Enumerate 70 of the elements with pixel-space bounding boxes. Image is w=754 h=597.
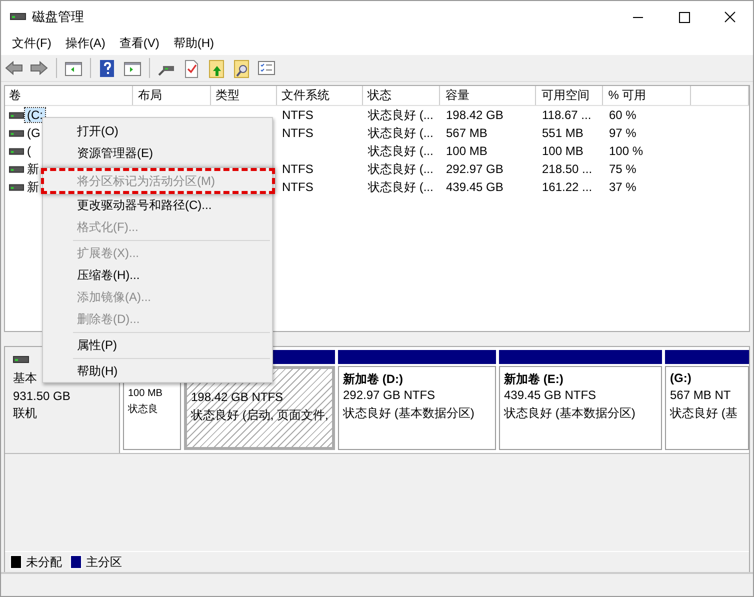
menu-item[interactable]: 打开(O) <box>43 120 272 142</box>
disk-type: 基本 <box>13 370 37 387</box>
window-title: 磁盘管理 <box>32 8 84 26</box>
partition-name: 新加卷 (E:) <box>504 371 564 385</box>
partition-size: 567 MB NT <box>670 388 732 402</box>
partition[interactable]: 新加卷 (D:) 292.97 GB NTFS 状态良好 (基本数据分区) <box>338 366 496 450</box>
table-cell: NTFS <box>282 180 314 194</box>
table-cell: 161.22 ... <box>542 180 592 194</box>
partition-status: 状态良好 (启动, 页面文件, <box>191 407 328 424</box>
disk-size: 931.50 GB <box>13 389 70 403</box>
legend-label: 未分配 <box>26 554 62 570</box>
folder-search-icon[interactable] <box>231 58 252 78</box>
menu-item[interactable]: 更改驱动器号和路径(C)... <box>43 194 272 216</box>
table-cell: 439.45 GB <box>446 180 504 194</box>
volume-name[interactable]: 新 <box>25 160 41 178</box>
menu-item[interactable]: 资源管理器(E) <box>43 142 272 164</box>
menu-item[interactable]: 操作(A) <box>58 35 112 52</box>
volume-name[interactable]: 新 <box>25 178 41 196</box>
partition-status: 状态良好 (基 <box>670 405 738 422</box>
column-header[interactable]: 状态 <box>362 86 440 105</box>
table-cell: 118.67 ... <box>542 108 592 122</box>
partition-name: 新加卷 (D:) <box>343 371 404 385</box>
column-header[interactable]: 容量 <box>440 86 536 105</box>
column-header[interactable]: 卷 <box>5 86 133 105</box>
partition-status: 状态良好 (基本数据分区) <box>343 405 476 422</box>
partition-size: 100 MB <box>128 388 164 399</box>
menu-item[interactable]: 属性(P) <box>43 334 272 356</box>
table-cell: 状态良好 (... <box>368 160 434 178</box>
partition-status: 状态良 <box>128 402 159 416</box>
partition[interactable]: 新加卷 (E:) 439.45 GB NTFS 状态良好 (基本数据分区) <box>499 366 662 450</box>
menu-item[interactable]: 文件(F) <box>5 35 58 52</box>
table-cell: 37 % <box>609 180 636 194</box>
volume-name[interactable]: ( <box>25 144 33 158</box>
table-cell: 100 % <box>609 144 644 158</box>
table-cell: 状态良好 (... <box>368 142 434 160</box>
table-cell: 292.97 GB <box>446 162 504 176</box>
column-header[interactable]: 文件系统 <box>276 86 363 105</box>
volume-name[interactable]: (C: <box>25 108 45 122</box>
legend-label: 主分区 <box>86 554 122 570</box>
table-cell: 100 MB <box>446 144 488 158</box>
column-header[interactable]: 类型 <box>210 86 277 105</box>
partition-status: 状态良好 (基本数据分区) <box>504 405 636 422</box>
table-cell: 75 % <box>609 162 636 176</box>
partition-size: 439.45 GB NTFS <box>504 388 598 402</box>
table-cell: 状态良好 (... <box>368 106 434 124</box>
partition[interactable]: (G:) 567 MB NT 状态良好 (基 <box>665 366 749 450</box>
table-cell: 60 % <box>609 108 636 122</box>
table-cell: 567 MB <box>446 126 488 140</box>
column-header[interactable]: % 可用 <box>603 86 692 105</box>
table-cell: 218.50 ... <box>542 162 592 176</box>
table-cell: NTFS <box>282 108 314 122</box>
partition-size: 292.97 GB NTFS <box>343 388 436 402</box>
table-cell: 97 % <box>609 126 636 140</box>
table-cell: 551 MB <box>542 126 584 140</box>
table-cell: NTFS <box>282 162 314 176</box>
folder-up-icon[interactable] <box>206 58 227 78</box>
partition-size: 198.42 GB NTFS <box>191 390 284 404</box>
column-header[interactable]: 可用空间 <box>536 86 604 105</box>
column-header[interactable]: 布局 <box>132 86 211 105</box>
table-cell: 198.42 GB <box>446 108 504 122</box>
table-cell: 状态良好 (... <box>368 178 434 196</box>
menu-item[interactable]: 压缩卷(H)... <box>43 264 272 286</box>
partition-name: (G:) <box>670 371 692 385</box>
table-cell: 100 MB <box>542 144 584 158</box>
table-cell: 状态良好 (... <box>368 124 434 142</box>
volume-name[interactable]: (G <box>25 126 42 140</box>
menu-item[interactable]: 帮助(H) <box>166 35 221 52</box>
disk-state: 联机 <box>13 405 37 422</box>
menu-item[interactable]: 查看(V) <box>112 35 166 52</box>
table-cell: NTFS <box>282 126 314 140</box>
